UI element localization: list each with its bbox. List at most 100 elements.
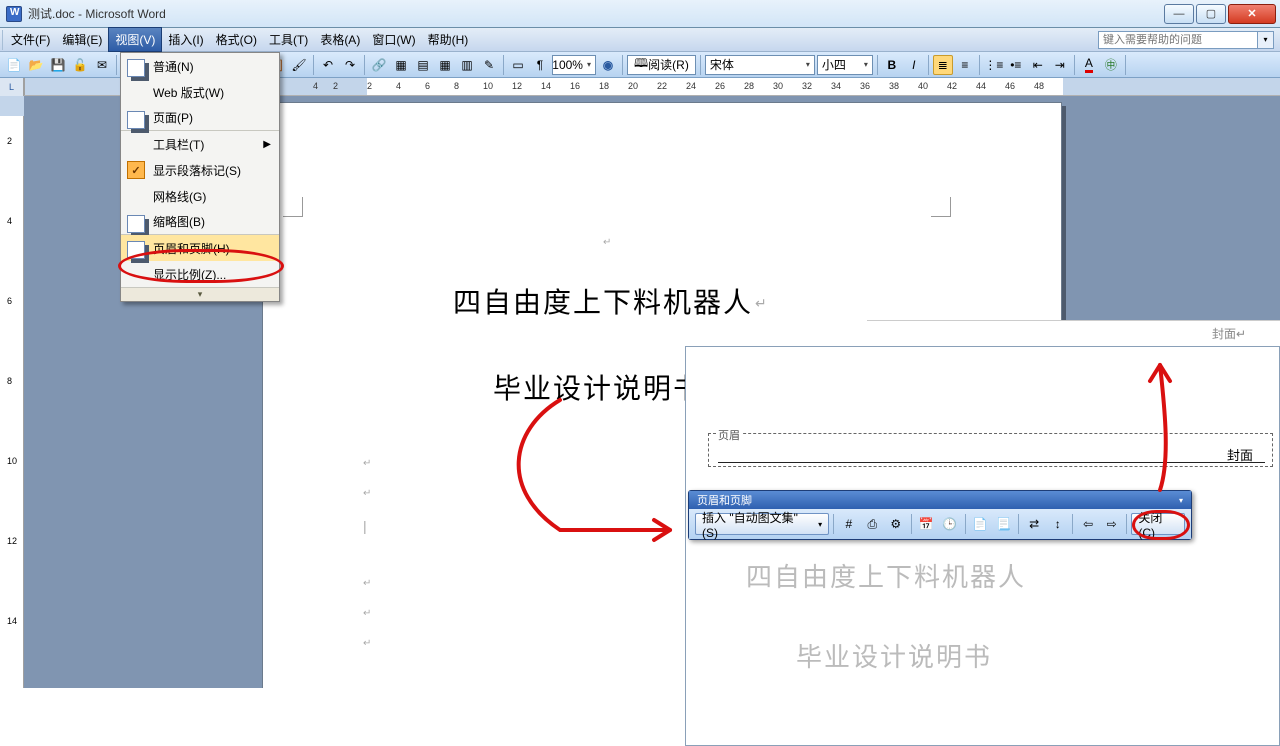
- help-search-input[interactable]: [1098, 31, 1258, 49]
- doc-heading-2[interactable]: 毕业设计说明书: [493, 367, 703, 407]
- page-number-icon[interactable]: #: [838, 513, 860, 535]
- switch-hf-icon[interactable]: ↕: [1047, 513, 1069, 535]
- maximize-button[interactable]: ▢: [1196, 4, 1226, 24]
- redo-icon[interactable]: ↷: [340, 55, 360, 75]
- open-icon[interactable]: 📂: [26, 55, 46, 75]
- menu-window[interactable]: 窗口(W): [366, 28, 421, 51]
- align-dist-icon[interactable]: ≡: [955, 55, 975, 75]
- menu-item-zoomdlg[interactable]: 显示比例(Z)...: [121, 261, 279, 287]
- ruler-tick: 16: [570, 81, 580, 91]
- prev-section-icon[interactable]: ⇦: [1077, 513, 1099, 535]
- excel-icon[interactable]: ▦: [435, 55, 455, 75]
- close-button[interactable]: ✕: [1228, 4, 1276, 24]
- ruler-tick: 12: [7, 536, 17, 546]
- paragraph-mark-icon: ↵: [363, 578, 371, 589]
- ruler-tick: 8: [7, 376, 12, 386]
- numbering-icon[interactable]: ⋮≡: [984, 55, 1004, 75]
- menu-tools[interactable]: 工具(T): [263, 28, 314, 51]
- show-body-icon[interactable]: 📃: [993, 513, 1015, 535]
- menu-item-web[interactable]: Web 版式(W): [121, 79, 279, 105]
- date-icon[interactable]: 📅: [916, 513, 938, 535]
- doc-heading-1[interactable]: 四自由度上下料机器人: [453, 281, 753, 321]
- menu-help[interactable]: 帮助(H): [422, 28, 475, 51]
- indent-icon[interactable]: ⇥: [1050, 55, 1070, 75]
- paragraph-mark-icon: ↵: [603, 237, 611, 248]
- app-icon: [6, 6, 22, 22]
- font-color-icon[interactable]: A: [1079, 55, 1099, 75]
- menu-item-gridlines[interactable]: 网格线(G): [121, 183, 279, 209]
- minimize-button[interactable]: —: [1164, 4, 1194, 24]
- bullets-icon[interactable]: •≡: [1006, 55, 1026, 75]
- page-count-icon[interactable]: ⎙: [862, 513, 884, 535]
- window-title: 测试.doc - Microsoft Word: [28, 5, 1162, 22]
- help-search-dropdown[interactable]: ▾: [1258, 31, 1274, 49]
- ruler-tick: 2: [7, 136, 12, 146]
- format-page-icon[interactable]: ⚙: [885, 513, 907, 535]
- paragraph-mark-icon: ↵: [363, 488, 371, 499]
- menu-insert[interactable]: 插入(I): [162, 28, 209, 51]
- asian-layout-icon[interactable]: ㊥: [1101, 55, 1121, 75]
- ruler-tick: 32: [802, 81, 812, 91]
- menu-item-thumbs[interactable]: 缩略图(B): [121, 209, 279, 235]
- ruler-tick: 30: [773, 81, 783, 91]
- help-search: ▾: [1098, 31, 1274, 49]
- new-doc-icon[interactable]: 📄: [4, 55, 24, 75]
- headerfooter-toolbar-body: 插入 "自动图文集" (S)▾ # ⎙ ⚙ 📅 🕒 📄 📃 ⇄ ↕ ⇦ ⇨ 关闭…: [689, 509, 1191, 539]
- vertical-ruler[interactable]: 2468101214: [0, 96, 24, 688]
- save-icon[interactable]: 💾: [48, 55, 68, 75]
- italic-icon[interactable]: I: [904, 55, 924, 75]
- menu-view[interactable]: 视图(V): [108, 27, 162, 52]
- doc-body-ghost-2: 毕业设计说明书: [796, 637, 992, 674]
- ruler-tick: 10: [483, 81, 493, 91]
- autotext-button[interactable]: 插入 "自动图文集" (S)▾: [695, 513, 829, 535]
- submenu-arrow-icon: ▶: [263, 139, 271, 150]
- close-hf-button[interactable]: 关闭(C): [1131, 513, 1185, 535]
- header-content[interactable]: 封面: [718, 445, 1265, 463]
- menu-item-toolbars[interactable]: 工具栏(T)▶: [121, 131, 279, 157]
- headerfooter-toolbar-title[interactable]: 页眉和页脚▾: [689, 491, 1191, 509]
- drawing-icon[interactable]: ✎: [479, 55, 499, 75]
- zoom-combo[interactable]: 100%▾: [552, 55, 596, 75]
- read-button[interactable]: 🕮 阅读(R): [627, 55, 696, 75]
- permission-icon[interactable]: 🔓: [70, 55, 90, 75]
- para-mark-icon[interactable]: ¶: [530, 55, 550, 75]
- time-icon[interactable]: 🕒: [939, 513, 961, 535]
- hyperlink-icon[interactable]: 🔗: [369, 55, 389, 75]
- menu-expand-icon[interactable]: ▾: [121, 287, 279, 301]
- font-size-combo[interactable]: 小四▾: [817, 55, 873, 75]
- menu-item-normal[interactable]: 普通(N): [121, 53, 279, 79]
- headerfooter-toolbar[interactable]: 页眉和页脚▾ 插入 "自动图文集" (S)▾ # ⎙ ⚙ 📅 🕒 📄 📃 ⇄ ↕…: [688, 490, 1192, 540]
- cursor-icon: |: [363, 518, 367, 534]
- menu-item-paramark[interactable]: 显示段落标记(S): [121, 157, 279, 183]
- doc-icon: [127, 241, 145, 259]
- next-section-icon[interactable]: ⇨: [1101, 513, 1123, 535]
- align-justify-icon[interactable]: ≣: [933, 55, 953, 75]
- insert-table-icon[interactable]: ▤: [413, 55, 433, 75]
- bold-icon[interactable]: B: [882, 55, 902, 75]
- menu-file[interactable]: 文件(F): [5, 28, 56, 51]
- map-icon[interactable]: ▭: [508, 55, 528, 75]
- page-setup-icon[interactable]: 📄: [969, 513, 991, 535]
- ruler-tick: 12: [512, 81, 522, 91]
- menu-table[interactable]: 表格(A): [314, 28, 366, 51]
- menu-item-pagelayout[interactable]: 页面(P): [121, 105, 279, 131]
- ruler-tick: 24: [686, 81, 696, 91]
- mail-icon[interactable]: ✉: [92, 55, 112, 75]
- format-painter-icon[interactable]: 🖌: [289, 55, 309, 75]
- menu-item-headerfooter[interactable]: 页眉和页脚(H): [121, 235, 279, 261]
- toolbar-options-icon[interactable]: ▾: [1179, 496, 1183, 505]
- ruler-tick: 10: [7, 456, 17, 466]
- ruler-tick: 34: [831, 81, 841, 91]
- same-as-prev-icon[interactable]: ⇄: [1023, 513, 1045, 535]
- ruler-tick: 4: [7, 216, 12, 226]
- outdent-icon[interactable]: ⇤: [1028, 55, 1048, 75]
- menu-edit[interactable]: 编辑(E): [56, 28, 108, 51]
- undo-icon[interactable]: ↶: [318, 55, 338, 75]
- font-name-combo[interactable]: 宋体▾: [705, 55, 815, 75]
- help-icon[interactable]: ◉: [598, 55, 618, 75]
- table-border-icon[interactable]: ▦: [391, 55, 411, 75]
- columns-icon[interactable]: ▥: [457, 55, 477, 75]
- doc-icon: [127, 59, 145, 77]
- paragraph-mark-icon: ↵: [363, 608, 371, 619]
- menu-format[interactable]: 格式(O): [210, 28, 263, 51]
